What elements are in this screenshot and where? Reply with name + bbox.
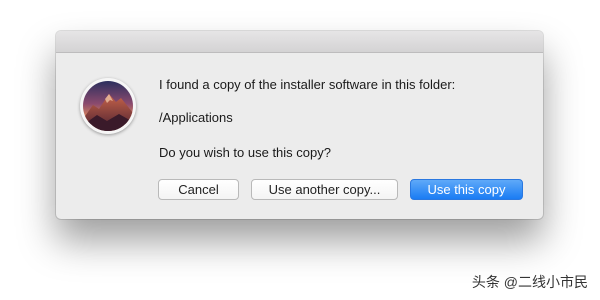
- use-another-copy-button[interactable]: Use another copy...: [251, 179, 398, 200]
- mountain-icon: [83, 81, 133, 131]
- message-text: I found a copy of the installer software…: [159, 77, 456, 92]
- dialog-titlebar: [56, 31, 543, 53]
- use-this-copy-button[interactable]: Use this copy: [410, 179, 523, 200]
- sierra-installer-icon: [80, 78, 136, 134]
- folder-path: /Applications: [159, 110, 233, 125]
- question-text: Do you wish to use this copy?: [159, 145, 331, 160]
- screen: I found a copy of the installer software…: [0, 0, 600, 300]
- cancel-button[interactable]: Cancel: [158, 179, 239, 200]
- watermark: 头条 @二线小市民: [471, 274, 588, 290]
- installer-alert-dialog: I found a copy of the installer software…: [56, 31, 543, 219]
